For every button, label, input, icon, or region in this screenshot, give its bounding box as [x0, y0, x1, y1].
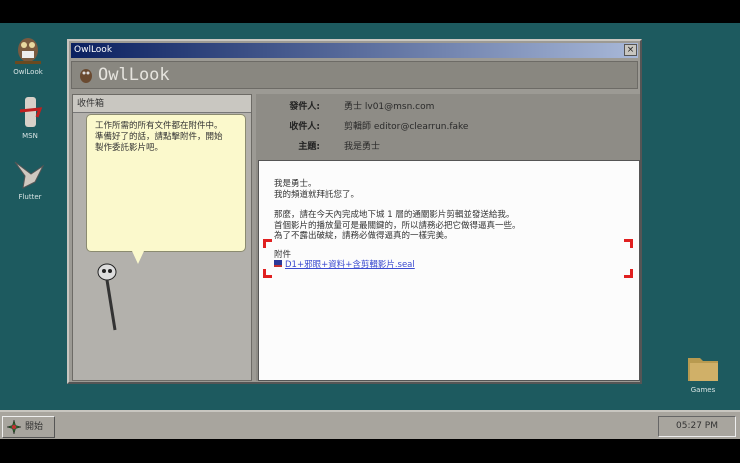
app-header: OwlLook: [71, 61, 638, 89]
body-line: 我是勇士。: [274, 179, 317, 189]
icon-label: Flutter: [18, 193, 42, 201]
selection-corner: [624, 269, 633, 278]
selection-corner: [624, 239, 633, 248]
field-value: 剪輯師 editor@clearrun.fake: [344, 122, 469, 132]
field-from: 發件人: 勇士 lv01@msn.com: [256, 99, 636, 115]
body-line: 我的頻道就拜託您了。: [274, 189, 360, 200]
desktop-icon-owllook[interactable]: OwlLook: [3, 33, 53, 76]
field-value: 我是勇士: [344, 142, 381, 152]
window-titlebar[interactable]: OwlLook ×: [71, 43, 638, 58]
body-line: 為了不露出破綻，請務必做得逼真的一樣完美。: [274, 231, 453, 241]
icon-label: OwlLook: [13, 68, 43, 76]
file-icon: [274, 260, 282, 267]
owl-icon: [15, 38, 41, 64]
taskbar: 開始 05:27 PM: [0, 410, 740, 439]
field-subject: 主題: 我是勇士: [256, 139, 636, 155]
desktop-icon-msn[interactable]: MSN: [5, 95, 55, 140]
folder-icon: [688, 358, 718, 381]
message-panel: 發件人: 勇士 lv01@msn.com 收件人: 剪輯師 editor@clear…: [256, 94, 640, 381]
tooltip-line: 製作委託影片吧。: [95, 143, 164, 153]
close-button[interactable]: ×: [624, 44, 637, 56]
tooltip-line: 準備好了的話，請點擊附件，開始: [95, 132, 223, 142]
owllook-window: OwlLook × OwlLook 收件箱 工作所需的所有文件都在附件中。 準備…: [67, 39, 642, 384]
desktop-icon-flutter[interactable]: Flutter: [5, 158, 55, 201]
field-key: 收件人:: [289, 122, 320, 132]
origami-bird-icon: [14, 161, 45, 189]
body-line: 那麼，請在今天內完成地下城 1 層的通關影片剪輯並發送給我。: [274, 210, 515, 220]
body-line: 首個影片的播放量可是最關鍵的，所以請務必把它做得逼真一些。: [274, 220, 521, 231]
field-key: 主題:: [298, 142, 320, 152]
icon-label: MSN: [22, 132, 38, 140]
inbox-header[interactable]: 收件箱: [73, 95, 251, 113]
attachment-filename[interactable]: D1+邪眼+資料+含剪輯影片.seal: [285, 260, 415, 270]
field-to: 收件人: 剪輯師 editor@clearrun.fake: [256, 119, 636, 135]
selection-corner: [263, 269, 272, 278]
hint-tooltip: 工作所需的所有文件都在附件中。 準備好了的話，請點擊附件，開始 製作委託影片吧。: [86, 114, 246, 252]
owl-logo-icon: [80, 69, 92, 83]
clock: 05:27 PM: [658, 416, 736, 437]
field-value: 勇士 lv01@msn.com: [344, 102, 435, 112]
app-brand: OwlLook: [98, 65, 170, 85]
desktop-icon-games[interactable]: Games: [678, 353, 728, 394]
start-label: 開始: [25, 422, 44, 432]
message-body: 我是勇士。 我的頻道就拜託您了。 那麼，請在今天內完成地下城 1 層的通關影片剪…: [258, 160, 640, 381]
compass-star-icon: [7, 420, 21, 434]
pen-mascot-icon: [97, 263, 117, 331]
selection-corner: [263, 239, 272, 248]
icon-label: Games: [690, 386, 716, 394]
window-title: OwlLook: [74, 45, 113, 55]
attachment-label: 附件: [274, 249, 292, 260]
tooltip-tail: [132, 251, 144, 264]
attachment-link[interactable]: D1+邪眼+資料+含剪輯影片.seal: [274, 260, 624, 271]
field-key: 發件人:: [289, 102, 320, 112]
start-button[interactable]: 開始: [2, 416, 55, 438]
tooltip-line: 工作所需的所有文件都在附件中。: [95, 121, 223, 131]
scroll-icon: [19, 97, 43, 127]
